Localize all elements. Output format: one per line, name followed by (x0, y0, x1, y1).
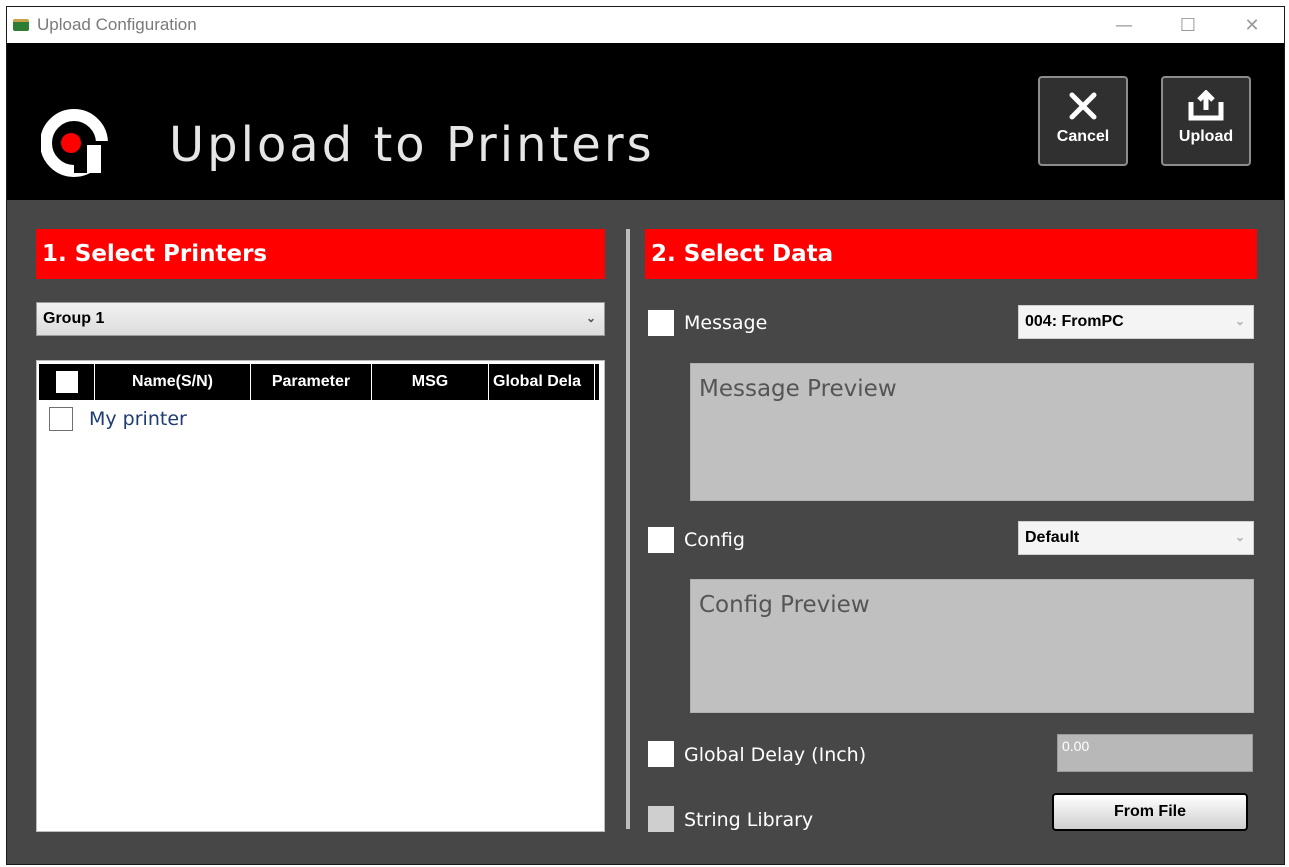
global-delay-label: Global Delay (Inch) (684, 744, 867, 766)
select-data-header: 2. Select Data (645, 229, 1257, 279)
global-delay-checkbox[interactable] (648, 741, 674, 767)
chevron-down-icon: ⌄ (1234, 530, 1245, 544)
message-preview: Message Preview (690, 363, 1254, 501)
minimize-button[interactable]: — (1092, 7, 1156, 43)
column-header-global-delay[interactable]: Global Dela (489, 364, 595, 400)
upload-configuration-window: Upload Configuration — ☐ ✕ Upload to Pri… (6, 6, 1285, 865)
select-all-checkbox[interactable] (55, 371, 78, 393)
from-file-button[interactable]: From File (1052, 793, 1248, 831)
select-all-header (39, 364, 95, 400)
column-header-msg[interactable]: MSG (372, 364, 489, 400)
config-preview: Config Preview (690, 579, 1254, 713)
close-button[interactable]: ✕ (1220, 7, 1284, 43)
x-icon (1069, 92, 1097, 120)
cancel-button[interactable]: Cancel (1038, 76, 1128, 166)
printer-name: My printer (89, 408, 187, 430)
group-select-value: Group 1 (43, 310, 105, 327)
page-title: Upload to Printers (169, 117, 655, 173)
printers-table: Name(S/N) Parameter MSG Global Dela My p… (36, 360, 605, 832)
upload-button[interactable]: Upload (1161, 76, 1251, 166)
message-select-value: 004: FromPC (1025, 313, 1124, 330)
config-select-value: Default (1025, 529, 1080, 546)
maximize-button[interactable]: ☐ (1156, 7, 1220, 43)
chevron-down-icon: ⌄ (1234, 314, 1245, 328)
message-select[interactable]: 004: FromPC ⌄ (1018, 305, 1254, 339)
upload-label: Upload (1178, 128, 1234, 145)
panel-divider (626, 229, 630, 829)
window-controls: — ☐ ✕ (1092, 7, 1284, 43)
table-header: Name(S/N) Parameter MSG Global Dela (39, 364, 599, 400)
config-select[interactable]: Default ⌄ (1018, 521, 1254, 555)
logo-icon (41, 109, 110, 177)
string-library-label: String Library (684, 809, 814, 831)
printer-checkbox[interactable] (49, 407, 73, 431)
title-bar: Upload Configuration — ☐ ✕ (7, 7, 1284, 43)
column-header-parameter[interactable]: Parameter (251, 364, 372, 400)
upload-icon (1188, 90, 1224, 121)
chevron-down-icon: ⌄ (585, 311, 596, 325)
table-row[interactable]: My printer (49, 407, 187, 431)
app-icon (13, 19, 29, 31)
message-label: Message (684, 312, 768, 334)
string-library-checkbox[interactable] (648, 806, 674, 832)
select-printers-header: 1. Select Printers (36, 229, 605, 279)
header-banner: Upload to Printers Cancel Upload (7, 43, 1284, 200)
config-checkbox[interactable] (648, 527, 674, 553)
config-label: Config (684, 529, 745, 551)
window-title: Upload Configuration (37, 15, 197, 34)
cancel-label: Cancel (1056, 128, 1110, 145)
message-checkbox[interactable] (648, 310, 674, 336)
column-header-name[interactable]: Name(S/N) (95, 364, 251, 400)
group-select[interactable]: Group 1 ⌄ (36, 302, 605, 336)
global-delay-input[interactable]: 0.00 (1057, 734, 1253, 772)
